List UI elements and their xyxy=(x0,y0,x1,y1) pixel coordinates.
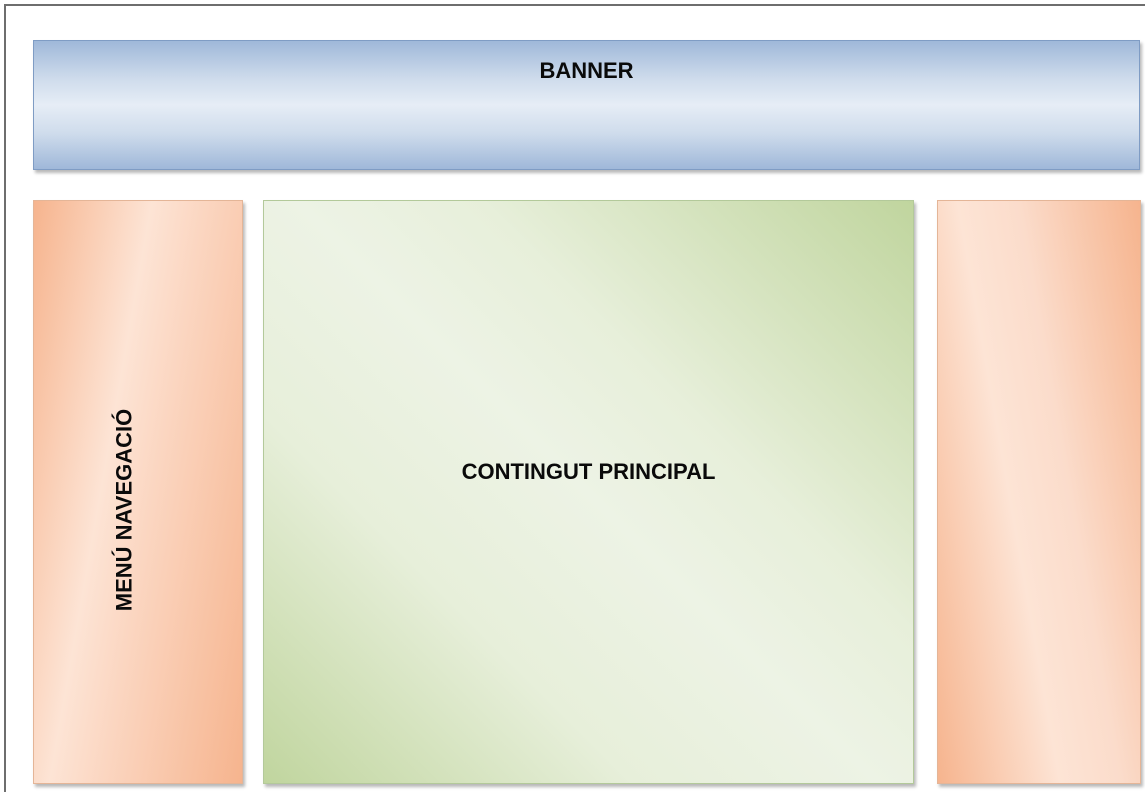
navigation-menu-block: MENÚ NAVEGACIÓ xyxy=(33,200,243,784)
right-sidebar-block xyxy=(937,200,1141,784)
banner-block: BANNER xyxy=(33,40,1140,170)
navigation-menu-label: MENÚ NAVEGACIÓ xyxy=(111,408,136,612)
layout-frame: BANNER MENÚ NAVEGACIÓ CONTINGUT PRINCIPA… xyxy=(4,4,1145,792)
banner-label: BANNER xyxy=(539,58,634,83)
main-content-label: CONTINGUT PRINCIPAL xyxy=(461,459,716,484)
main-content-block: CONTINGUT PRINCIPAL xyxy=(263,200,914,784)
